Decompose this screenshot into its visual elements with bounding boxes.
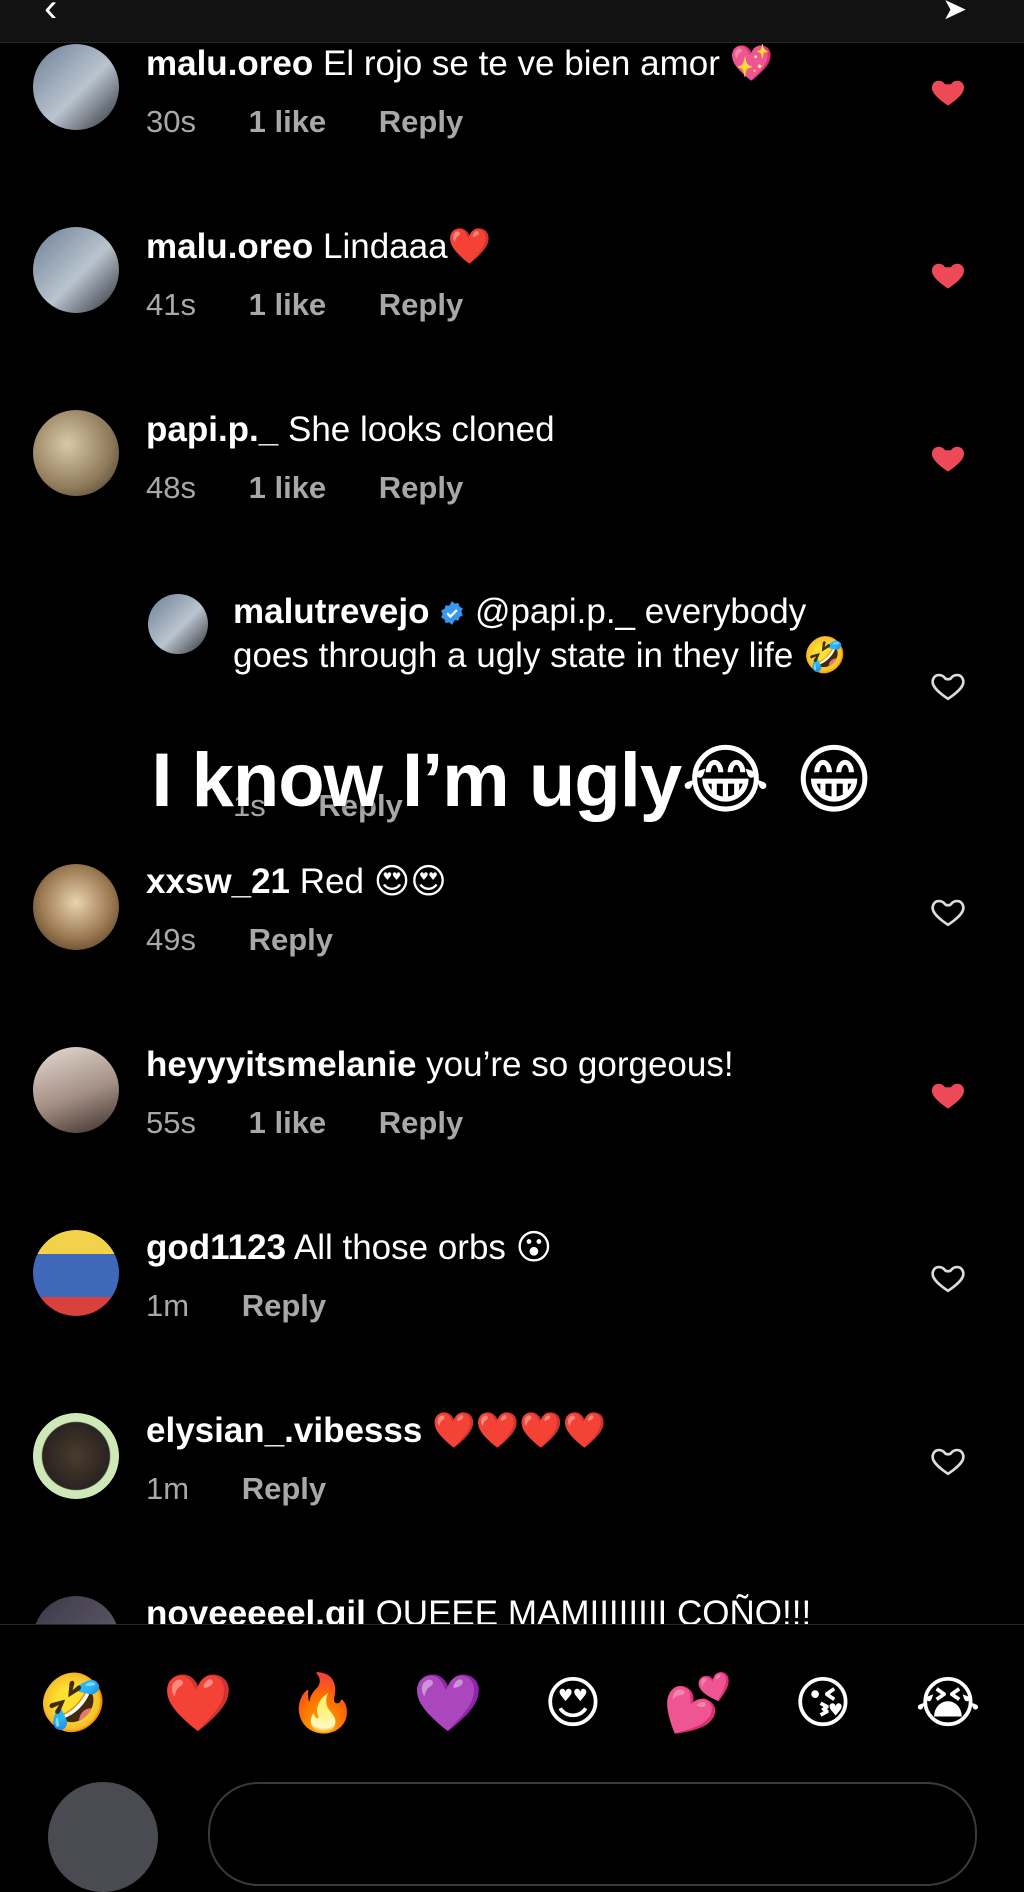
comment-likes[interactable]: 1 like (249, 104, 327, 139)
avatar[interactable] (33, 864, 119, 950)
comment-composer (0, 1778, 1024, 1892)
heart-outline-icon[interactable] (930, 1260, 966, 1296)
comment-meta: 1m Reply (146, 1288, 370, 1324)
reaction-purple-heart[interactable]: 💜 (413, 1669, 483, 1739)
reply-button[interactable]: Reply (249, 922, 333, 957)
comment-likes[interactable]: 1 like (249, 470, 327, 505)
comment-emoji: 😮 (515, 1228, 553, 1268)
comment-text: malu.oreo El rojo se te ve bien amor 💖 (146, 42, 866, 86)
reaction-rofl[interactable]: 🤣 (38, 1669, 108, 1739)
heart-outline-icon[interactable] (930, 668, 966, 704)
comment-username[interactable]: elysian_.vibesss (146, 1411, 422, 1450)
comment-body: QUEEE MAMIIIIIIII COÑO!!! (375, 1594, 812, 1624)
comment-text: elysian_.vibesss ❤️❤️❤️❤️ (146, 1409, 866, 1453)
comment-time: 49s (146, 922, 196, 957)
avatar[interactable] (33, 227, 119, 313)
comment-body: El rojo se te ve bien amor (323, 44, 720, 83)
reaction-red-heart[interactable]: ❤️ (163, 1669, 233, 1739)
reply-button[interactable]: Reply (242, 1471, 326, 1506)
back-arrow-icon[interactable]: ‹ (44, 0, 57, 31)
comment-text: heyyyitsmelanie you’re so gorgeous! (146, 1043, 866, 1087)
liked-heart-icon[interactable] (930, 440, 966, 476)
top-bar: ‹ ➤ (0, 0, 1024, 43)
heart-outline-icon[interactable] (930, 894, 966, 930)
avatar[interactable] (33, 1230, 119, 1316)
comment-emoji: ❤️❤️❤️❤️ (432, 1411, 607, 1451)
comment-emoji: 💖 (729, 44, 774, 84)
comment-text: papi.p._ She looks cloned (146, 408, 866, 452)
comment-username[interactable]: xxsw_21 (146, 862, 290, 901)
reply-button[interactable]: Reply (379, 1105, 463, 1140)
overlay-emoji: 😂 😁 (681, 735, 873, 824)
comment-username[interactable]: heyyyitsmelanie (146, 1045, 416, 1084)
comment-text: god1123 All those orbs 😮 (146, 1226, 866, 1270)
comment-time: 1m (146, 1288, 190, 1323)
comment-input[interactable] (208, 1782, 977, 1886)
comment-time: 48s (146, 470, 196, 505)
comment-text: noveeeeel.gil QUEEE MAMIIIIIIII COÑO!!! (146, 1592, 866, 1624)
avatar[interactable] (33, 1413, 119, 1499)
comment-time: 30s (146, 104, 196, 139)
quick-reactions-bar: 🤣 ❤️ 🔥 💜 😍 💕 😘 😭 (0, 1624, 1024, 1779)
send-icon[interactable]: ➤ (942, 0, 967, 27)
comment-text: xxsw_21 Red 😍😍 (146, 860, 866, 904)
comment-likes[interactable]: 1 like (249, 287, 327, 322)
comment-username[interactable]: papi.p._ (146, 410, 278, 449)
comment-emoji: ❤️ (447, 227, 492, 267)
current-user-avatar (48, 1782, 158, 1892)
liked-heart-icon[interactable] (930, 1077, 966, 1113)
avatar[interactable] (33, 410, 119, 496)
comment-body: Lindaaa (323, 227, 448, 266)
comment-meta: 48s 1 like Reply (146, 470, 507, 506)
comment-meta: 30s 1 like Reply (146, 104, 507, 140)
comment-time: 41s (146, 287, 196, 322)
comment-text: malutrevejo @papi.p._ everybody goes thr… (233, 590, 873, 678)
story-text-overlay: I know I’m ugly😂 😁 (0, 735, 1024, 824)
avatar[interactable] (148, 594, 208, 654)
comment-body: She looks cloned (287, 410, 555, 449)
reaction-fire[interactable]: 🔥 (288, 1669, 358, 1739)
comments-list: malu.oreo El rojo se te ve bien amor 💖 3… (0, 42, 1024, 1624)
comment-username[interactable]: malu.oreo (146, 227, 313, 266)
comment-time: 1m (146, 1471, 190, 1506)
reaction-sob[interactable]: 😭 (913, 1669, 983, 1739)
comment-meta: 1m Reply (146, 1471, 370, 1507)
liked-heart-icon[interactable] (930, 74, 966, 110)
comment-body: you’re so gorgeous! (426, 1045, 734, 1084)
comment-likes[interactable]: 1 like (249, 1105, 327, 1140)
reply-button[interactable]: Reply (379, 470, 463, 505)
liked-heart-icon[interactable] (930, 257, 966, 293)
comment-body: All those orbs (293, 1228, 506, 1267)
avatar[interactable] (33, 1047, 119, 1133)
comment-text: malu.oreo Lindaaa❤️ (146, 225, 866, 269)
comment-emoji: 😍😍 (373, 862, 447, 902)
comment-username[interactable]: malu.oreo (146, 44, 313, 83)
overlay-text: I know I’m ugly (151, 738, 682, 823)
avatar[interactable] (33, 44, 119, 130)
reply-button[interactable]: Reply (242, 1288, 326, 1323)
comment-username[interactable]: noveeeeel.gil (146, 1594, 366, 1624)
comment-username[interactable]: god1123 (146, 1228, 286, 1267)
comment-meta: 49s Reply (146, 922, 377, 958)
reply-button[interactable]: Reply (379, 104, 463, 139)
comment-meta: 41s 1 like Reply (146, 287, 507, 323)
comment-meta: 55s 1 like Reply (146, 1105, 507, 1141)
reaction-heart-eyes[interactable]: 😍 (538, 1669, 608, 1739)
heart-outline-icon[interactable] (930, 1443, 966, 1479)
reaction-two-hearts[interactable]: 💕 (663, 1669, 733, 1739)
comment-emoji: 🤣 (803, 636, 847, 676)
comment-time: 55s (146, 1105, 196, 1140)
reaction-kiss[interactable]: 😘 (788, 1669, 858, 1739)
avatar[interactable] (33, 1596, 119, 1624)
comment-body: Red (299, 862, 364, 901)
comment-username[interactable]: malutrevejo (233, 592, 429, 631)
reply-button[interactable]: Reply (379, 287, 463, 322)
verified-badge-icon (441, 601, 464, 625)
